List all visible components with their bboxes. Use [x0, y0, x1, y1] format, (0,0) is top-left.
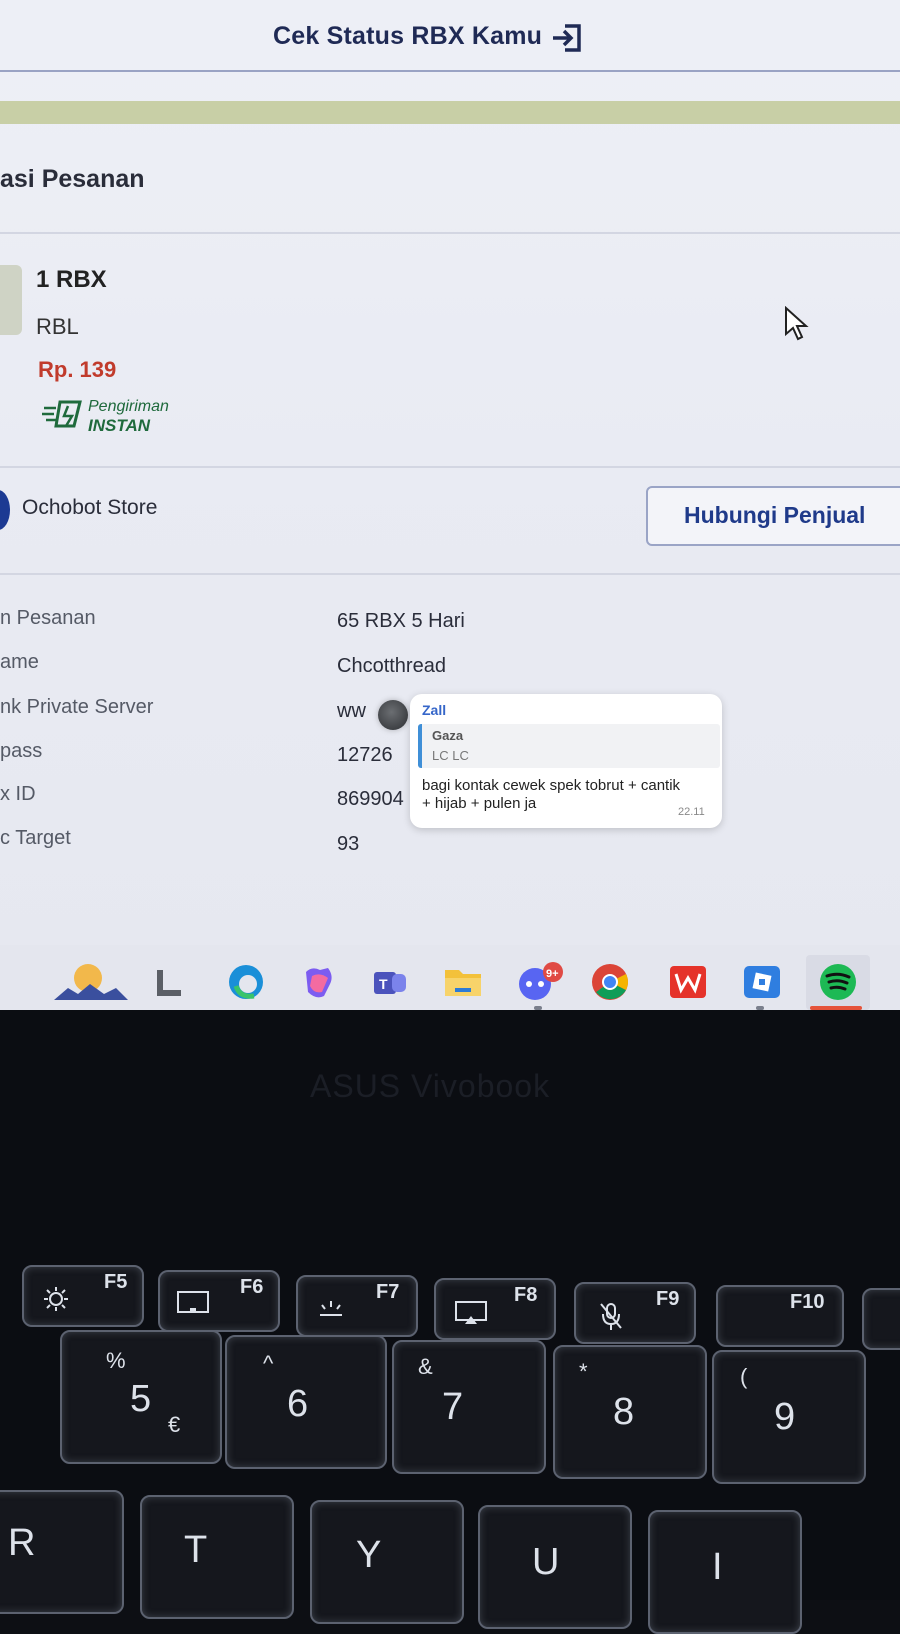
delivery-truck-icon [42, 400, 82, 428]
display-icon [177, 1291, 209, 1313]
keyboard-backlight-icon [320, 1301, 342, 1316]
detail-value[interactable]: ww [337, 700, 366, 723]
teams-icon[interactable]: T [370, 962, 410, 1002]
key-5-main: 5 [130, 1378, 152, 1420]
f8-label: F8 [514, 1284, 538, 1306]
key-9[interactable]: ( 9 [712, 1350, 866, 1484]
discord-badge: 9+ [546, 968, 559, 980]
key-u-label: U [532, 1541, 560, 1583]
divider [0, 232, 900, 234]
f6-label: F6 [240, 1276, 264, 1298]
f9-key[interactable]: F9 [574, 1282, 696, 1344]
browser-screen: Cek Status RBX Kamu asi Pesanan 1 RBX RB… [0, 0, 900, 1010]
key-t-label: T [184, 1529, 208, 1571]
divider [0, 573, 900, 575]
spotify-icon[interactable] [818, 962, 858, 1002]
key-y-label: Y [356, 1534, 382, 1576]
mic-mute-icon [600, 1303, 622, 1330]
key-9-shift: ( [740, 1364, 748, 1389]
f10-key[interactable]: F10 [716, 1285, 844, 1347]
detail-value: Chcotthread [337, 655, 446, 677]
key-7-shift: & [418, 1354, 433, 1379]
key-5-alt: € [168, 1412, 181, 1437]
roblox-icon[interactable] [742, 962, 782, 1002]
f7-key[interactable]: F7 [296, 1275, 418, 1337]
key-u[interactable]: U [478, 1505, 632, 1629]
key-5-shift: % [106, 1348, 126, 1373]
screen-mirror-icon [455, 1301, 487, 1324]
detail-label: n Pesanan [0, 607, 96, 629]
key-8-main: 8 [613, 1391, 635, 1433]
key-9-main: 9 [774, 1396, 796, 1438]
mouse-cursor-icon [785, 306, 809, 341]
key-7[interactable]: & 7 [392, 1340, 546, 1474]
notification-sender: Zall [422, 702, 447, 718]
page-title: Cek Status RBX Kamu [273, 22, 543, 50]
detail-label: c Target [0, 827, 71, 849]
shipping-label: Pengiriman [88, 398, 169, 415]
detail-value: 65 RBX 5 Hari [337, 610, 465, 632]
f9-label: F9 [656, 1288, 680, 1310]
store-avatar [0, 490, 10, 530]
brightness-down-icon [44, 1287, 68, 1311]
key-y[interactable]: Y [310, 1500, 464, 1624]
f6-key[interactable]: F6 [158, 1270, 280, 1332]
key-i-label: I [712, 1546, 723, 1588]
detail-label: ame [0, 651, 39, 673]
store-name: Ochobot Store [22, 496, 158, 519]
key-8-shift: * [579, 1359, 588, 1384]
f10-label: F10 [790, 1291, 825, 1313]
key-5[interactable]: % 5 € [60, 1330, 222, 1464]
key-6[interactable]: ^ 6 [225, 1335, 387, 1469]
product-thumbnail [0, 265, 22, 335]
contact-seller-label: Hubungi Penjual [684, 502, 866, 528]
f5-key[interactable]: F5 [22, 1265, 144, 1327]
key-i[interactable]: I [648, 1510, 802, 1634]
f11-key[interactable] [862, 1288, 900, 1350]
exit-arrow-icon[interactable] [549, 20, 585, 56]
copilot-icon[interactable] [298, 962, 338, 1002]
header-bar: Cek Status RBX Kamu [0, 0, 900, 72]
product-category: RBL [36, 314, 79, 339]
file-explorer-icon[interactable] [443, 962, 483, 1002]
quoted-message: Gaza LC LC [418, 724, 720, 768]
f7-label: F7 [376, 1281, 400, 1303]
key-6-shift: ^ [263, 1351, 274, 1376]
key-8[interactable]: * 8 [553, 1345, 707, 1479]
notification-avatar [378, 700, 408, 730]
top-accent-strip [0, 101, 900, 124]
quoted-sender: Gaza [432, 728, 464, 743]
section-title: asi Pesanan [0, 165, 145, 193]
detail-label: x ID [0, 783, 36, 805]
chrome-icon[interactable] [590, 962, 630, 1002]
notification-time: 22.11 [678, 806, 705, 818]
detail-label: nk Private Server [0, 696, 154, 718]
detail-value: 869904 [337, 788, 404, 810]
chat-notification[interactable]: Zall Gaza LC LC bagi kontak cewek spek t… [410, 694, 722, 828]
notification-message: bagi kontak cewek spek tobrut + cantik +… [422, 777, 681, 812]
file-icon[interactable] [153, 962, 185, 1002]
product-name: 1 RBX [36, 266, 107, 293]
shipping-type: INSTAN [88, 416, 151, 435]
divider [0, 466, 900, 468]
product-price: Rp. 139 [38, 357, 117, 382]
laptop-brand: ASUS Vivobook [310, 1068, 551, 1104]
detail-value: 93 [337, 833, 360, 855]
contact-seller-button[interactable]: Hubungi Penjual [646, 486, 900, 546]
wps-office-icon[interactable] [668, 962, 708, 1002]
f5-label: F5 [104, 1271, 128, 1293]
key-r[interactable]: R [0, 1490, 124, 1614]
key-r-label: R [8, 1522, 36, 1564]
key-6-main: 6 [287, 1383, 309, 1425]
discord-icon[interactable]: 9+ [515, 962, 563, 1002]
f8-key[interactable]: F8 [434, 1278, 556, 1340]
detail-label: pass [0, 740, 43, 762]
quoted-text: LC LC [432, 748, 469, 763]
key-7-main: 7 [442, 1386, 464, 1428]
edge-icon[interactable] [226, 962, 266, 1002]
detail-value: 12726 [337, 744, 393, 766]
svg-text:T: T [379, 976, 388, 992]
weather-widget-icon[interactable] [54, 962, 128, 1002]
key-t[interactable]: T [140, 1495, 294, 1619]
